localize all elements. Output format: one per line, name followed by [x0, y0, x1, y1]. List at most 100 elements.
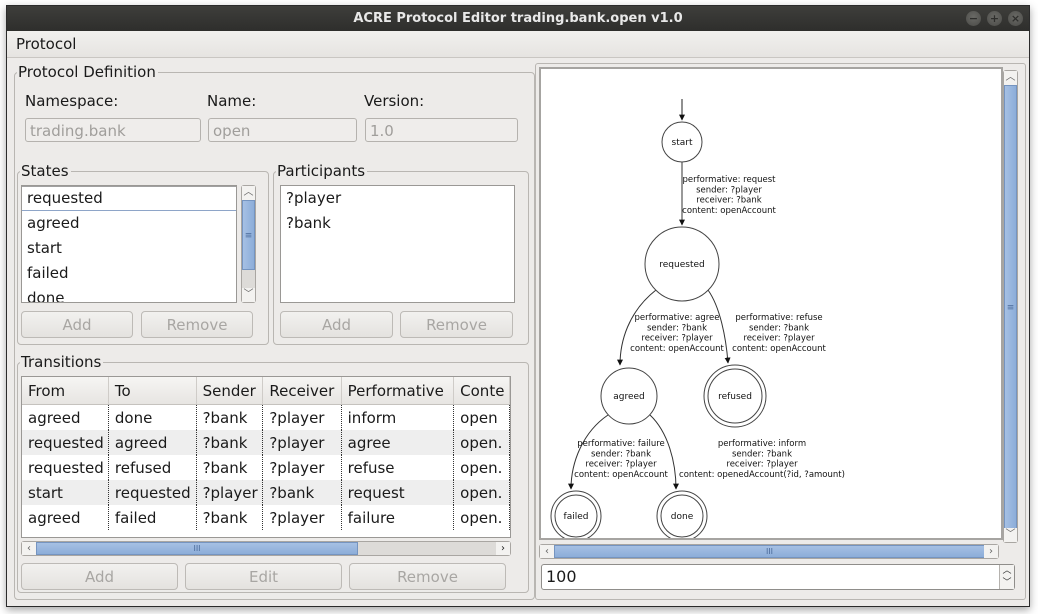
scroll-down-icon[interactable]: ﹀	[242, 288, 255, 302]
participants-list[interactable]: ?player ?bank	[280, 185, 515, 303]
name-field[interactable]: open	[208, 118, 357, 142]
transition-edge-agreed-done[interactable]: performative: informsender: ?bankreceive…	[649, 414, 845, 490]
cell-receiver: ?player	[262, 505, 342, 530]
participant-item[interactable]: ?player	[281, 186, 514, 211]
participants-title: Participants	[276, 162, 368, 180]
state-node-agreed[interactable]: agreed	[600, 367, 658, 425]
cell-performative: inform	[341, 404, 455, 430]
edge-label-line: sender: ?player	[696, 185, 762, 195]
transition-edge-requested-refused[interactable]: performative: refusesender: ?bankreceive…	[707, 289, 826, 364]
column-header-performative[interactable]: Performative	[341, 377, 455, 405]
states-list[interactable]: requested agreed start failed done	[21, 185, 237, 303]
states-title: States	[20, 162, 71, 180]
state-node-failed[interactable]: failed	[550, 490, 602, 540]
add-transition-button[interactable]: Add	[21, 563, 178, 590]
version-label: Version:	[364, 92, 425, 110]
cell-receiver: ?bank	[262, 480, 342, 505]
participant-item[interactable]: ?bank	[281, 211, 514, 236]
remove-transition-button[interactable]: Remove	[349, 563, 506, 590]
close-icon: ×	[1010, 12, 1021, 25]
states-scrollbar[interactable]: ︿ ≡ ﹀	[241, 185, 256, 303]
transitions-hscrollbar[interactable]: ‹ III ›	[21, 541, 511, 556]
cell-receiver: ?player	[262, 430, 342, 455]
state-node-refused[interactable]: refused	[703, 364, 767, 428]
diagram-hscrollbar[interactable]: ‹ III ›	[539, 544, 999, 559]
add-participant-button[interactable]: Add	[280, 311, 393, 338]
state-item[interactable]: start	[22, 236, 236, 261]
table-row[interactable]: agreed done ?bank ?player inform open	[22, 404, 510, 430]
edge-label-line: content: openAccount	[630, 344, 724, 354]
zoom-value: 100	[546, 567, 577, 586]
state-item[interactable]: done	[22, 286, 236, 302]
scroll-left-icon[interactable]: ‹	[540, 545, 554, 558]
transition-edge-start-requested[interactable]: performative: requestsender: ?playerrece…	[679, 162, 777, 226]
edge-label-line: content: openAccount	[682, 206, 776, 216]
cell-sender: ?player	[196, 480, 264, 505]
transition-edge-agreed-failed[interactable]: performative: failuresender: ?bankreceiv…	[568, 414, 668, 490]
edge-label-line: performative: agree	[634, 313, 719, 323]
state-diagram: performative: requestsender: ?player rece…	[550, 99, 845, 540]
state-label: done	[671, 512, 694, 522]
transitions-title: Transitions	[20, 353, 104, 371]
protocol-definition-group: Protocol Definition Namespace: Name: Ver…	[14, 63, 535, 600]
scroll-left-icon[interactable]: ‹	[22, 542, 36, 555]
menu-protocol[interactable]: Protocol	[16, 35, 76, 53]
cell-from: agreed	[22, 505, 109, 530]
transition-edge-requested-agreed[interactable]: performative: agreesender: ?bankreceiver…	[617, 289, 724, 366]
minimize-button[interactable]: −	[966, 11, 981, 26]
cell-to: agreed	[108, 430, 197, 455]
zoom-spinbox[interactable]: 100 ︿ ﹀	[541, 564, 1015, 590]
column-header-to[interactable]: To	[108, 377, 197, 405]
scroll-thumb[interactable]: III	[554, 545, 985, 558]
edge-label-line: performative: request	[683, 175, 777, 185]
version-field[interactable]: 1.0	[365, 118, 518, 142]
title-bar[interactable]: ACRE Protocol Editor trading.bank.open v…	[7, 6, 1029, 31]
spin-up-icon[interactable]: ︿	[1000, 565, 1014, 577]
state-item[interactable]: agreed	[22, 211, 236, 236]
state-item[interactable]: failed	[22, 261, 236, 286]
table-row[interactable]: requested agreed ?bank ?player agree ope…	[22, 430, 510, 455]
add-state-button[interactable]: Add	[21, 311, 133, 338]
cell-to: requested	[108, 480, 197, 505]
remove-state-button[interactable]: Remove	[141, 311, 253, 338]
column-header-sender[interactable]: Sender	[196, 377, 264, 405]
state-label: start	[672, 138, 693, 148]
state-node-requested[interactable]: requested	[644, 226, 720, 302]
state-label: requested	[659, 260, 704, 270]
scroll-down-icon[interactable]: ﹀	[1004, 528, 1017, 542]
diagram-vscrollbar[interactable]: ︿ ≡ ﹀	[1003, 70, 1018, 543]
column-header-from[interactable]: From	[22, 377, 109, 405]
minimize-icon: −	[968, 12, 979, 25]
cell-to: refused	[108, 455, 197, 480]
namespace-field[interactable]: trading.bank	[25, 118, 201, 142]
edge-label-line: sender: ?bank	[749, 323, 809, 333]
state-item[interactable]: requested	[22, 186, 236, 211]
scroll-right-icon[interactable]: ›	[496, 542, 510, 555]
edit-transition-button[interactable]: Edit	[185, 563, 342, 590]
cell-from: agreed	[22, 404, 109, 430]
scroll-up-icon[interactable]: ︿	[1004, 71, 1017, 85]
scroll-thumb[interactable]: ≡	[1004, 85, 1017, 529]
cell-receiver: ?player	[262, 404, 342, 430]
scroll-thumb[interactable]: III	[36, 542, 358, 555]
state-node-done[interactable]: done	[656, 490, 708, 540]
column-header-receiver[interactable]: Receiver	[262, 377, 342, 405]
state-node-start[interactable]: start	[661, 121, 703, 163]
edge-label-line: receiver: ?player	[726, 460, 798, 470]
scroll-right-icon[interactable]: ›	[984, 545, 998, 558]
table-row[interactable]: agreed failed ?bank ?player failure open…	[22, 505, 510, 530]
column-header-content[interactable]: Conte	[453, 377, 510, 405]
table-row[interactable]: requested refused ?bank ?player refuse o…	[22, 455, 510, 480]
protocol-definition-title: Protocol Definition	[17, 63, 158, 81]
edge-label-line: performative: refuse	[735, 313, 822, 323]
spin-down-icon[interactable]: ﹀	[1000, 577, 1014, 589]
remove-participant-button[interactable]: Remove	[400, 311, 513, 338]
scroll-up-icon[interactable]: ︿	[242, 186, 255, 200]
diagram-canvas[interactable]: performative: request sender: ?player rece…	[539, 67, 1003, 540]
scroll-thumb[interactable]: ≡	[242, 200, 255, 270]
close-button[interactable]: ×	[1008, 11, 1023, 26]
maximize-button[interactable]: +	[987, 11, 1002, 26]
table-row[interactable]: start requested ?player ?bank request op…	[22, 480, 510, 505]
cell-sender: ?bank	[196, 430, 264, 455]
transitions-table[interactable]: From To Sender Receiver Performative Con…	[21, 376, 511, 538]
